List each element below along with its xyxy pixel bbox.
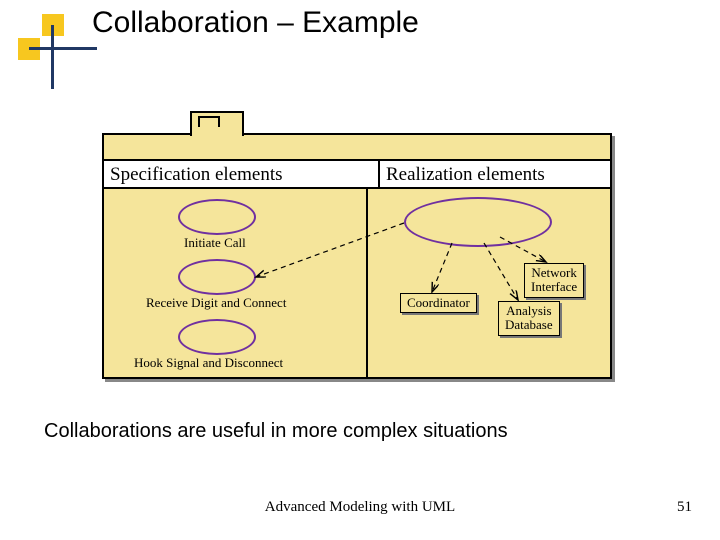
package-tab-icon [190, 111, 244, 136]
footer-title: Advanced Modeling with UML [0, 499, 720, 516]
realization-ellipse [404, 197, 552, 247]
diagram-header: Specification elements Realization eleme… [104, 159, 610, 189]
header-real: Realization elements [380, 161, 551, 187]
usecase-receive-digit [178, 259, 256, 295]
title-bullet-icon [18, 14, 78, 74]
collaboration-diagram: Specification elements Realization eleme… [102, 133, 612, 379]
usecase-hook-signal-label: Hook Signal and Disconnect [134, 355, 283, 371]
usecase-initiate-call [178, 199, 256, 235]
column-divider [366, 189, 368, 377]
usecase-receive-digit-label: Receive Digit and Connect [146, 295, 286, 311]
slide-title: Collaboration – Example [92, 6, 419, 40]
header-spec: Specification elements [104, 161, 378, 187]
usecase-hook-signal [178, 319, 256, 355]
body-note: Collaborations are useful in more comple… [44, 420, 508, 443]
node-analysis-database: Analysis Database [498, 301, 560, 336]
page-number: 51 [677, 499, 692, 516]
usecase-initiate-call-label: Initiate Call [184, 235, 246, 251]
node-network-interface: Network Interface [524, 263, 584, 298]
node-coordinator: Coordinator [400, 293, 477, 313]
